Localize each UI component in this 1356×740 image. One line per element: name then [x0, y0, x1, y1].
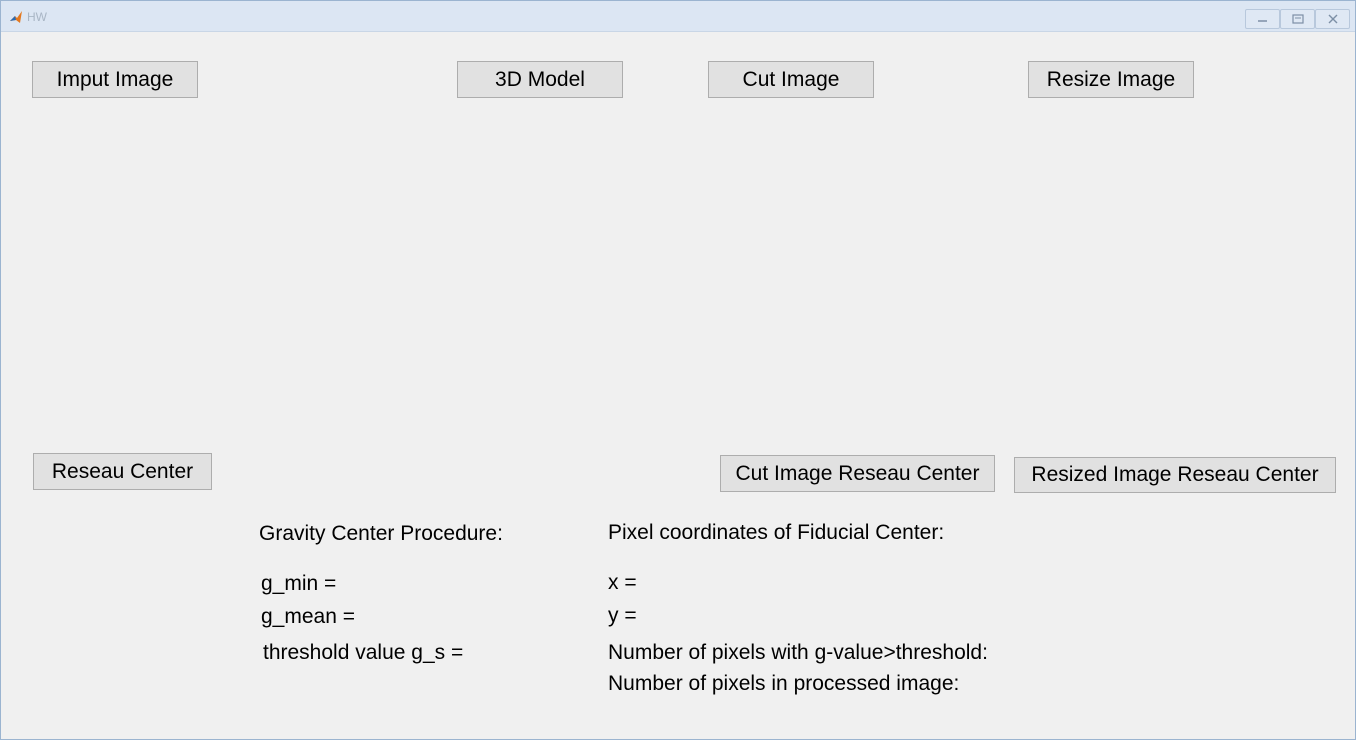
close-button[interactable]	[1315, 9, 1350, 29]
g-mean-label: g_mean =	[261, 605, 355, 628]
close-icon	[1328, 14, 1337, 24]
app-window: HW Imput Image 3D Model Cut Image Resize…	[0, 0, 1356, 740]
x-coordinate-label: x =	[608, 571, 637, 594]
resized-image-reseau-center-button[interactable]: Resized Image Reseau Center	[1014, 457, 1336, 493]
pixels-above-threshold-label: Number of pixels with g-value>threshold:	[608, 641, 988, 664]
minimize-icon	[1258, 20, 1267, 22]
3d-model-button[interactable]: 3D Model	[457, 61, 623, 98]
fiducial-center-heading: Pixel coordinates of Fiducial Center:	[608, 521, 945, 544]
window-title: HW	[27, 10, 47, 24]
restore-icon	[1291, 14, 1304, 24]
minimize-button[interactable]	[1245, 9, 1280, 29]
matlab-icon	[10, 11, 22, 23]
reseau-center-button[interactable]: Reseau Center	[33, 453, 212, 490]
g-min-label: g_min =	[261, 572, 337, 595]
input-image-button[interactable]: Imput Image	[32, 61, 198, 98]
resize-image-button[interactable]: Resize Image	[1028, 61, 1194, 98]
gravity-center-heading: Gravity Center Procedure:	[259, 522, 503, 545]
restore-button[interactable]	[1280, 9, 1315, 29]
y-coordinate-label: y =	[608, 604, 637, 627]
threshold-label: threshold value g_s =	[263, 641, 464, 664]
cut-image-reseau-center-button[interactable]: Cut Image Reseau Center	[720, 455, 995, 492]
title-bar[interactable]: HW	[1, 1, 1355, 32]
cut-image-button[interactable]: Cut Image	[708, 61, 874, 98]
pixels-total-label: Number of pixels in processed image:	[608, 672, 960, 695]
